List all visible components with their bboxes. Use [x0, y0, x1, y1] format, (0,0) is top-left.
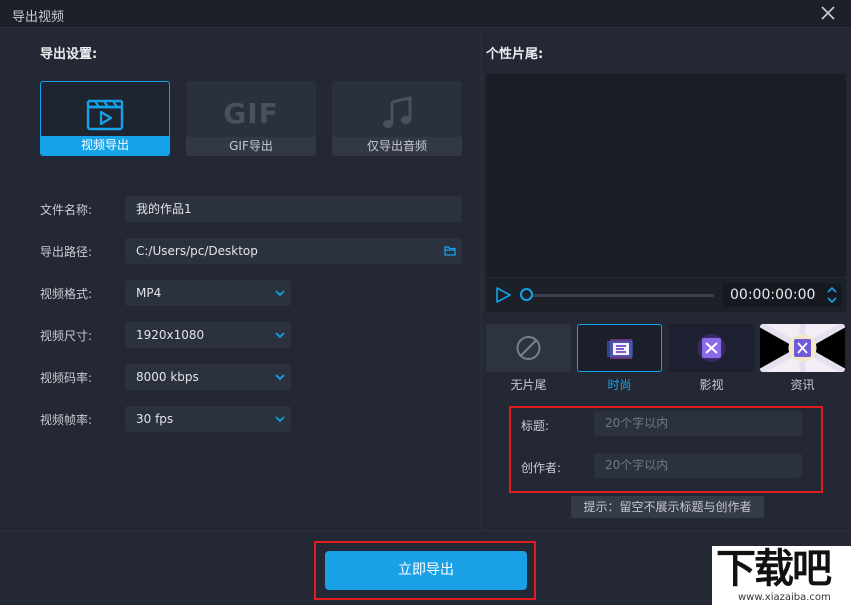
music-note-icon: [383, 96, 412, 128]
framerate-label: 视频帧率:: [40, 413, 93, 427]
watermark-url: www.xiazaiba.com: [738, 592, 831, 603]
filename-label: 文件名称:: [40, 203, 93, 217]
format-label: 视频格式:: [40, 287, 93, 301]
template-film-label: 影视: [699, 378, 724, 392]
film-thumb: [669, 324, 754, 372]
size-value: 1920x1080: [136, 328, 205, 342]
filename-value: 我的作品1: [136, 202, 192, 216]
gif-icon: GIF: [223, 96, 279, 130]
mode-video-export-label: 视频导出: [41, 136, 169, 155]
player-controls: 00:00:00:00: [486, 278, 846, 312]
format-value: MP4: [136, 286, 162, 300]
mode-audio-export[interactable]: 仅导出音频: [332, 81, 462, 156]
chevron-down-icon: [275, 374, 285, 381]
seek-bar[interactable]: [526, 294, 714, 297]
title-bar: 导出视频: [0, 0, 851, 28]
template-fashion[interactable]: [577, 324, 662, 372]
news-thumb: [760, 324, 845, 372]
video-clapper-icon: [86, 99, 124, 131]
mode-audio-export-label: 仅导出音频: [332, 137, 462, 156]
author-label: 创作者:: [521, 461, 562, 475]
spinner-icon[interactable]: [827, 286, 837, 304]
bitrate-select[interactable]: 8000 kbps: [125, 364, 291, 390]
bitrate-label: 视频码率:: [40, 371, 93, 385]
template-none[interactable]: [486, 324, 571, 372]
watermark-text: 下载吧: [716, 545, 832, 592]
author-input[interactable]: 20个字以内: [594, 453, 802, 478]
framerate-value: 30 fps: [136, 412, 174, 426]
framerate-select[interactable]: 30 fps: [125, 406, 291, 432]
watermark-logo: 下载吧 www.xiazaiba.com: [712, 546, 851, 605]
bitrate-value: 8000 kbps: [136, 370, 199, 384]
ending-title: 个性片尾:: [486, 47, 544, 62]
fashion-thumb: [607, 339, 633, 359]
mode-video-export[interactable]: 视频导出: [40, 81, 170, 156]
close-icon[interactable]: [819, 4, 837, 22]
template-none-label: 无片尾: [510, 378, 547, 392]
time-value: 00:00:00:00: [730, 287, 816, 303]
format-select[interactable]: MP4: [125, 280, 291, 306]
window-title: 导出视频: [12, 10, 65, 25]
template-news-label: 资讯: [790, 378, 815, 392]
path-label: 导出路径:: [40, 245, 93, 259]
title-placeholder: 20个字以内: [605, 416, 669, 430]
filename-input[interactable]: 我的作品1: [125, 196, 462, 222]
chevron-down-icon: [275, 290, 285, 297]
play-icon[interactable]: [494, 286, 512, 304]
size-label: 视频尺寸:: [40, 329, 93, 343]
title-label: 标题:: [521, 419, 550, 433]
template-news[interactable]: [760, 324, 845, 372]
template-film[interactable]: [669, 324, 754, 372]
chevron-down-icon: [275, 332, 285, 339]
chevron-down-icon: [275, 416, 285, 423]
time-input[interactable]: 00:00:00:00: [722, 283, 842, 307]
author-placeholder: 20个字以内: [605, 458, 669, 472]
preview-area: [486, 74, 846, 277]
export-settings-title: 导出设置:: [40, 47, 98, 62]
folder-icon[interactable]: [444, 245, 456, 256]
size-select[interactable]: 1920x1080: [125, 322, 291, 348]
seek-handle[interactable]: [520, 288, 533, 301]
mode-gif-export[interactable]: GIF GIF导出: [186, 81, 316, 156]
none-circle-icon: [516, 336, 541, 360]
mode-gif-export-label: GIF导出: [186, 137, 316, 156]
template-fashion-label: 时尚: [607, 378, 632, 392]
export-now-button[interactable]: 立即导出: [325, 551, 527, 590]
path-input[interactable]: C:/Users/pc/Desktop: [125, 238, 462, 264]
title-input[interactable]: 20个字以内: [594, 411, 802, 436]
path-value: C:/Users/pc/Desktop: [136, 244, 258, 258]
hint-text: 提示：留空不展示标题与创作者: [571, 496, 764, 518]
